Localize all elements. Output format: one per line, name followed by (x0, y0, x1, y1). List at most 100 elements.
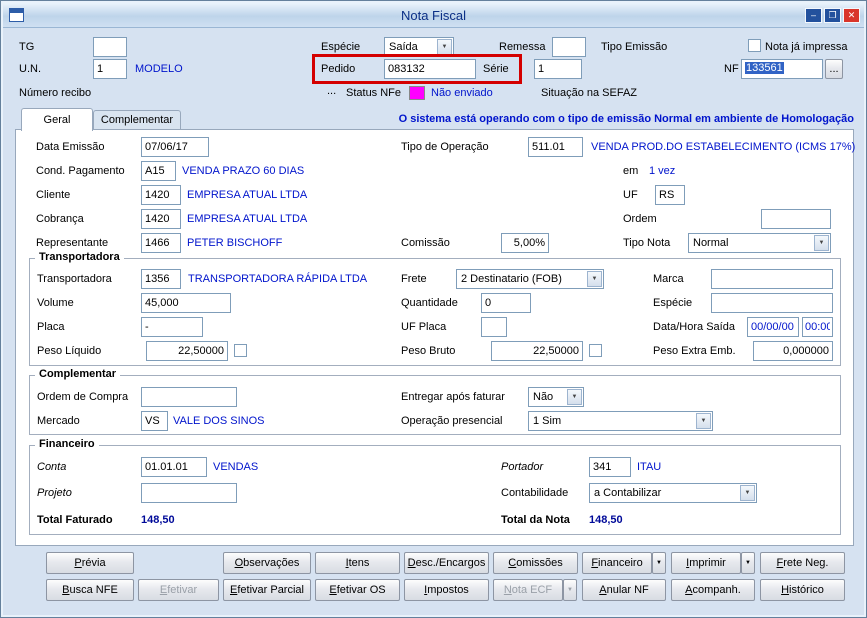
comissao-label: Comissão (401, 237, 450, 249)
cliente-input[interactable] (141, 185, 181, 205)
tipo-operacao-input[interactable] (528, 137, 583, 157)
total-nota-label: Total da Nota (501, 514, 570, 526)
tg-label: TG (19, 41, 35, 53)
nota-ja-impressa-label: Nota já impressa (765, 41, 848, 53)
pedido-input[interactable] (384, 59, 476, 79)
data-emissao-input[interactable] (141, 137, 209, 157)
peso-liquido-label: Peso Líquido (37, 345, 102, 357)
peso-extra-label: Peso Extra Emb. (653, 345, 736, 357)
conta-label: Conta (37, 461, 67, 473)
contabilidade-label: Contabilidade (501, 487, 569, 499)
peso-bruto-checkbox[interactable] (589, 344, 602, 357)
data-saida-input[interactable] (747, 317, 799, 337)
efetivar-button: Efetivar (138, 579, 219, 601)
titlebar[interactable]: Nota Fiscal – ❐ ✕ (3, 3, 864, 28)
total-faturado-value: 148,50 (141, 514, 175, 526)
observacoes-button[interactable]: Observações (223, 552, 311, 574)
peso-extra-input[interactable] (753, 341, 833, 361)
tg-input[interactable] (93, 37, 127, 57)
uf-placa-input[interactable] (481, 317, 507, 337)
tab-complementar[interactable]: Complementar (93, 110, 181, 130)
cobranca-input[interactable] (141, 209, 181, 229)
representante-desc: PETER BISCHOFF (187, 237, 283, 249)
data-emissao-label: Data Emissão (36, 141, 105, 153)
efetivar-parcial-button[interactable]: Efetivar Parcial (223, 579, 311, 601)
financeiro-dropdown-button[interactable]: ▼ (652, 552, 666, 574)
quantidade-input[interactable] (481, 293, 531, 313)
volume-input[interactable] (141, 293, 231, 313)
ordem-input[interactable] (761, 209, 831, 229)
nota-ecf-button: Nota ECF (493, 579, 563, 601)
uf-input[interactable] (655, 185, 685, 205)
status-nfe-color (409, 86, 425, 100)
comissao-input[interactable] (501, 233, 549, 253)
peso-bruto-label: Peso Bruto (401, 345, 456, 357)
acompanh-button[interactable]: Acompanh. (671, 579, 755, 601)
operacao-presencial-label: Operação presencial (401, 415, 503, 427)
chevron-down-icon[interactable]: ▼ (740, 485, 755, 501)
marca-input[interactable] (711, 269, 833, 289)
serie-input[interactable] (534, 59, 582, 79)
chevron-down-icon[interactable]: ▼ (696, 413, 711, 429)
portador-input[interactable] (589, 457, 631, 477)
especie-emb-input[interactable] (711, 293, 833, 313)
financeiro-button[interactable]: Financeiro (582, 552, 652, 574)
transportadora-input[interactable] (141, 269, 181, 289)
placa-input[interactable] (141, 317, 203, 337)
imprimir-button[interactable]: Imprimir (671, 552, 741, 574)
ordem-compra-input[interactable] (141, 387, 237, 407)
close-button[interactable]: ✕ (843, 8, 860, 23)
comissoes-button[interactable]: Comissões (493, 552, 578, 574)
busca-nfe-button[interactable]: Busca NFE (46, 579, 134, 601)
frete-label: Frete (401, 273, 427, 285)
peso-bruto-input[interactable] (491, 341, 583, 361)
remessa-input[interactable] (552, 37, 586, 57)
minimize-button[interactable]: – (805, 8, 822, 23)
efetivar-os-button[interactable]: Efetivar OS (315, 579, 400, 601)
especie-select[interactable]: Saída ▼ (384, 37, 454, 57)
nota-ja-impressa-checkbox[interactable] (748, 39, 761, 52)
conta-input[interactable] (141, 457, 207, 477)
cond-pagamento-label: Cond. Pagamento (36, 165, 125, 177)
especie-value: Saída (389, 41, 418, 53)
cond-pagamento-input[interactable] (141, 161, 176, 181)
impostos-button[interactable]: Impostos (404, 579, 489, 601)
transportadora-desc: TRANSPORTADORA RÁPIDA LTDA (188, 273, 368, 285)
nf-lookup-button[interactable]: ... (825, 59, 843, 79)
chevron-down-icon[interactable]: ▼ (437, 39, 452, 55)
nf-value-selected: 133561 (745, 62, 784, 74)
itens-button[interactable]: Itens (315, 552, 400, 574)
frete-select[interactable]: 2 Destinatario (FOB) ▼ (456, 269, 604, 289)
uf-placa-label: UF Placa (401, 321, 447, 333)
mercado-input[interactable] (141, 411, 168, 431)
nota-ecf-dropdown-button: ▼ (563, 579, 577, 601)
previa-button[interactable]: Prévia (46, 552, 134, 574)
un-input[interactable] (93, 59, 127, 79)
tipo-nota-label: Tipo Nota (623, 237, 671, 249)
nf-label: NF (724, 63, 739, 75)
anular-nf-button[interactable]: Anular NF (582, 579, 666, 601)
numero-recibo-lookup[interactable]: ... (327, 85, 336, 97)
representante-input[interactable] (141, 233, 181, 253)
operacao-presencial-value: 1 Sim (533, 415, 562, 427)
projeto-label: Projeto (37, 487, 72, 499)
tab-geral[interactable]: Geral (21, 108, 93, 131)
chevron-down-icon[interactable]: ▼ (814, 235, 829, 251)
contabilidade-select[interactable]: a Contabilizar ▼ (589, 483, 757, 503)
chevron-down-icon[interactable]: ▼ (587, 271, 602, 287)
imprimir-dropdown-button[interactable]: ▼ (741, 552, 755, 574)
nf-input[interactable]: 133561 (741, 59, 823, 79)
peso-liquido-input[interactable] (146, 341, 228, 361)
frete-neg-button[interactable]: Frete Neg. (760, 552, 845, 574)
projeto-input[interactable] (141, 483, 237, 503)
chevron-down-icon[interactable]: ▼ (567, 389, 582, 405)
desc-encargos-button[interactable]: Desc./Encargos (404, 552, 489, 574)
hora-saida-input[interactable] (802, 317, 833, 337)
maximize-button[interactable]: ❐ (824, 8, 841, 23)
entregar-apos-select[interactable]: Não ▼ (528, 387, 584, 407)
cliente-desc: EMPRESA ATUAL LTDA (187, 189, 308, 201)
historico-button[interactable]: Histórico (760, 579, 845, 601)
tipo-nota-select[interactable]: Normal ▼ (688, 233, 831, 253)
operacao-presencial-select[interactable]: 1 Sim ▼ (528, 411, 713, 431)
peso-liquido-checkbox[interactable] (234, 344, 247, 357)
